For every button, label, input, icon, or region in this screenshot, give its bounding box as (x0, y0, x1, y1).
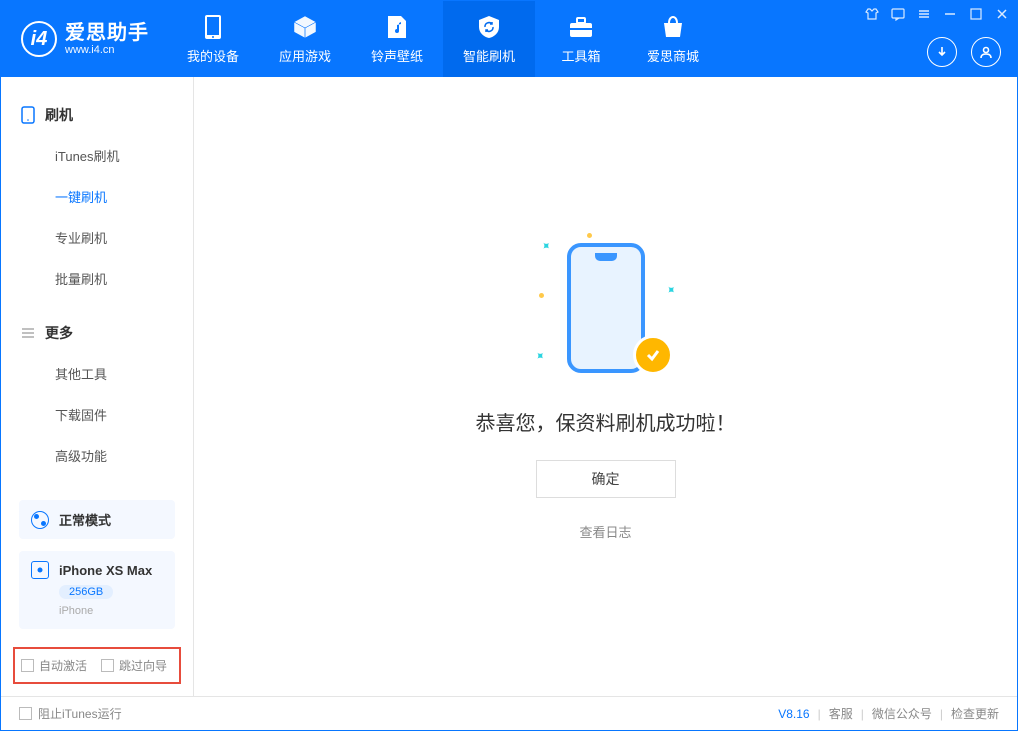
sidebar-item-advanced[interactable]: 高级功能 (1, 435, 193, 476)
sidebar-section-title: 刷机 (45, 105, 73, 125)
checkbox-label: 跳过向导 (119, 657, 167, 674)
view-log-link[interactable]: 查看日志 (579, 522, 631, 541)
device-name: iPhone XS Max (59, 563, 152, 578)
user-button[interactable] (971, 37, 1001, 67)
nav-tab-label: 我的设备 (187, 46, 239, 65)
footer-right: V8.16 | 客服 | 微信公众号 | 检查更新 (778, 705, 999, 722)
mode-icon (31, 511, 49, 529)
logo-text: 爱思助手 www.i4.cn (65, 22, 149, 56)
flash-options-highlighted: 自动激活 跳过向导 (13, 647, 181, 684)
checkbox-auto-activate[interactable]: 自动激活 (21, 657, 87, 674)
nav-tab-label: 爱思商城 (647, 46, 699, 65)
window-controls (865, 7, 1009, 21)
app-footer: 阻止iTunes运行 V8.16 | 客服 | 微信公众号 | 检查更新 (1, 696, 1017, 730)
sidebar-section-flash[interactable]: 刷机 (1, 95, 193, 135)
success-check-icon (633, 335, 673, 375)
checkbox-label: 自动激活 (39, 657, 87, 674)
sidebar-item-oneclick-flash[interactable]: 一键刷机 (1, 176, 193, 217)
app-body: 刷机 iTunes刷机 一键刷机 专业刷机 批量刷机 更多 其他工具 下载固件 … (1, 77, 1017, 696)
checkbox-label: 阻止iTunes运行 (38, 705, 122, 722)
nav-tab-store[interactable]: 爱思商城 (627, 1, 719, 77)
footer-link-support[interactable]: 客服 (829, 705, 853, 722)
checkbox-icon (21, 659, 34, 672)
sidebar-section-title: 更多 (45, 323, 73, 343)
app-header: i4 爱思助手 www.i4.cn 我的设备 应用游戏 铃声壁纸 智能刷机 工具… (1, 1, 1017, 77)
maximize-icon[interactable] (969, 7, 983, 21)
nav-tab-label: 智能刷机 (463, 46, 515, 65)
cube-icon (292, 14, 318, 40)
toolbox-icon (568, 14, 594, 40)
app-logo[interactable]: i4 爱思助手 www.i4.cn (1, 21, 167, 57)
list-icon (21, 326, 35, 340)
nav-tab-my-device[interactable]: 我的设备 (167, 1, 259, 77)
minimize-icon[interactable] (943, 7, 957, 21)
main-content: ✦✦✦ 恭喜您，保资料刷机成功啦！ 确定 查看日志 (194, 77, 1017, 696)
device-mode-label: 正常模式 (59, 510, 111, 529)
sidebar-item-batch-flash[interactable]: 批量刷机 (1, 258, 193, 299)
footer-link-wechat[interactable]: 微信公众号 (872, 705, 932, 722)
nav-tab-label: 应用游戏 (279, 46, 331, 65)
nav-tab-toolbox[interactable]: 工具箱 (535, 1, 627, 77)
device-icon (31, 561, 49, 579)
sidebar-item-other-tools[interactable]: 其他工具 (1, 353, 193, 394)
nav-tab-apps-games[interactable]: 应用游戏 (259, 1, 351, 77)
phone-icon (200, 14, 226, 40)
menu-icon[interactable] (917, 7, 931, 21)
refresh-shield-icon (476, 14, 502, 40)
checkbox-skip-guide[interactable]: 跳过向导 (101, 657, 167, 674)
device-capacity: 256GB (59, 585, 113, 599)
close-icon[interactable] (995, 7, 1009, 21)
confirm-button[interactable]: 确定 (536, 460, 676, 498)
footer-link-check-update[interactable]: 检查更新 (951, 705, 999, 722)
sidebar-item-itunes-flash[interactable]: iTunes刷机 (1, 135, 193, 176)
device-mode-card[interactable]: 正常模式 (19, 500, 175, 539)
nav-tab-ringtone-wallpaper[interactable]: 铃声壁纸 (351, 1, 443, 77)
sidebar: 刷机 iTunes刷机 一键刷机 专业刷机 批量刷机 更多 其他工具 下载固件 … (1, 77, 194, 696)
sidebar-item-download-firmware[interactable]: 下载固件 (1, 394, 193, 435)
nav-tabs: 我的设备 应用游戏 铃声壁纸 智能刷机 工具箱 爱思商城 (167, 1, 719, 77)
sidebar-section-more[interactable]: 更多 (1, 313, 193, 353)
download-button[interactable] (927, 37, 957, 67)
skin-icon[interactable] (865, 7, 879, 21)
nav-tab-smart-flash[interactable]: 智能刷机 (443, 1, 535, 77)
nav-tab-label: 铃声壁纸 (371, 46, 423, 65)
brand-subtitle: www.i4.cn (65, 44, 149, 56)
header-right-actions (927, 37, 1001, 67)
phone-outline-icon (21, 106, 35, 124)
version-label[interactable]: V8.16 (778, 707, 809, 721)
feedback-icon[interactable] (891, 7, 905, 21)
checkbox-icon (19, 707, 32, 720)
checkbox-icon (101, 659, 114, 672)
success-illustration: ✦✦✦ (541, 233, 671, 383)
store-icon (660, 14, 686, 40)
device-type: iPhone (59, 605, 93, 617)
nav-tab-label: 工具箱 (561, 46, 600, 65)
device-card[interactable]: iPhone XS Max 256GB iPhone (19, 551, 175, 629)
logo-icon: i4 (21, 21, 57, 57)
success-title: 恭喜您，保资料刷机成功啦！ (476, 407, 736, 436)
checkbox-block-itunes[interactable]: 阻止iTunes运行 (19, 705, 122, 722)
music-file-icon (384, 14, 410, 40)
sidebar-item-pro-flash[interactable]: 专业刷机 (1, 217, 193, 258)
brand-title: 爱思助手 (65, 22, 149, 44)
